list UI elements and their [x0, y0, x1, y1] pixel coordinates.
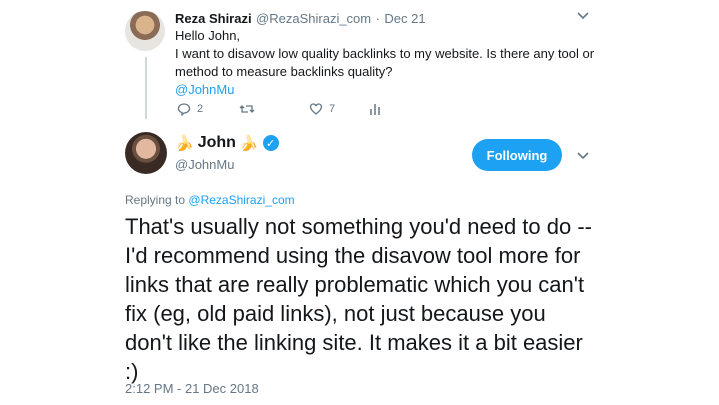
retweet-action-button[interactable]: [239, 102, 309, 116]
avatar-john[interactable]: [125, 132, 167, 174]
main-author-name-row: 🍌 John 🍌 ✓: [175, 134, 279, 152]
retweet-icon: [239, 102, 255, 116]
reply-text-line: Hello John,: [175, 28, 241, 43]
like-count: 7: [329, 103, 336, 115]
replying-to-line: Replying to @RezaShirazi_com: [125, 193, 295, 207]
reply-action-button[interactable]: 2: [177, 102, 239, 116]
main-author-name[interactable]: John: [198, 134, 236, 152]
replying-to-handle-link[interactable]: @RezaShirazi_com: [188, 193, 294, 207]
reply-author-name[interactable]: Reza Shirazi: [175, 11, 252, 26]
replying-to-prefix: Replying to: [125, 193, 186, 207]
heart-icon: [309, 102, 323, 116]
reply-text-line: method to measure backlinks quality?: [175, 64, 393, 79]
thread-line: [145, 57, 147, 119]
reply-tweet-body: Hello John, I want to disavow low qualit…: [175, 27, 615, 99]
like-action-button[interactable]: 7: [309, 102, 369, 116]
reply-tweet-header: Reza Shirazi @RezaShirazi_com · Dec 21: [175, 10, 426, 28]
main-author-handle[interactable]: @JohnMu: [175, 157, 234, 172]
reply-count: 2: [197, 103, 204, 115]
main-tweet-menu-chevron-icon[interactable]: [576, 148, 590, 165]
verified-badge-icon: ✓: [262, 135, 279, 151]
analytics-bar-chart-icon: [369, 102, 381, 116]
reply-separator: ·: [375, 11, 380, 26]
reply-bubble-icon: [177, 102, 191, 116]
analytics-action-button[interactable]: [369, 102, 381, 116]
banana-emoji-right: 🍌: [239, 135, 259, 152]
reply-date[interactable]: Dec 21: [384, 11, 425, 26]
reply-mention-link[interactable]: @JohnMu: [175, 81, 615, 99]
avatar-reza[interactable]: [125, 11, 165, 51]
reply-author-handle[interactable]: @RezaShirazi_com: [256, 11, 371, 26]
main-tweet-timestamp[interactable]: 2:12 PM - 21 Dec 2018: [125, 381, 259, 396]
banana-emoji-left: 🍌: [175, 135, 194, 152]
following-button[interactable]: Following: [472, 139, 562, 171]
reply-text-line: I want to disavow low quality backlinks …: [175, 46, 595, 61]
reply-tweet-actions: 2 7: [177, 102, 397, 116]
main-tweet-text: That's usually not something you'd need …: [125, 214, 593, 384]
reply-tweet-menu-chevron-icon[interactable]: [576, 8, 590, 25]
